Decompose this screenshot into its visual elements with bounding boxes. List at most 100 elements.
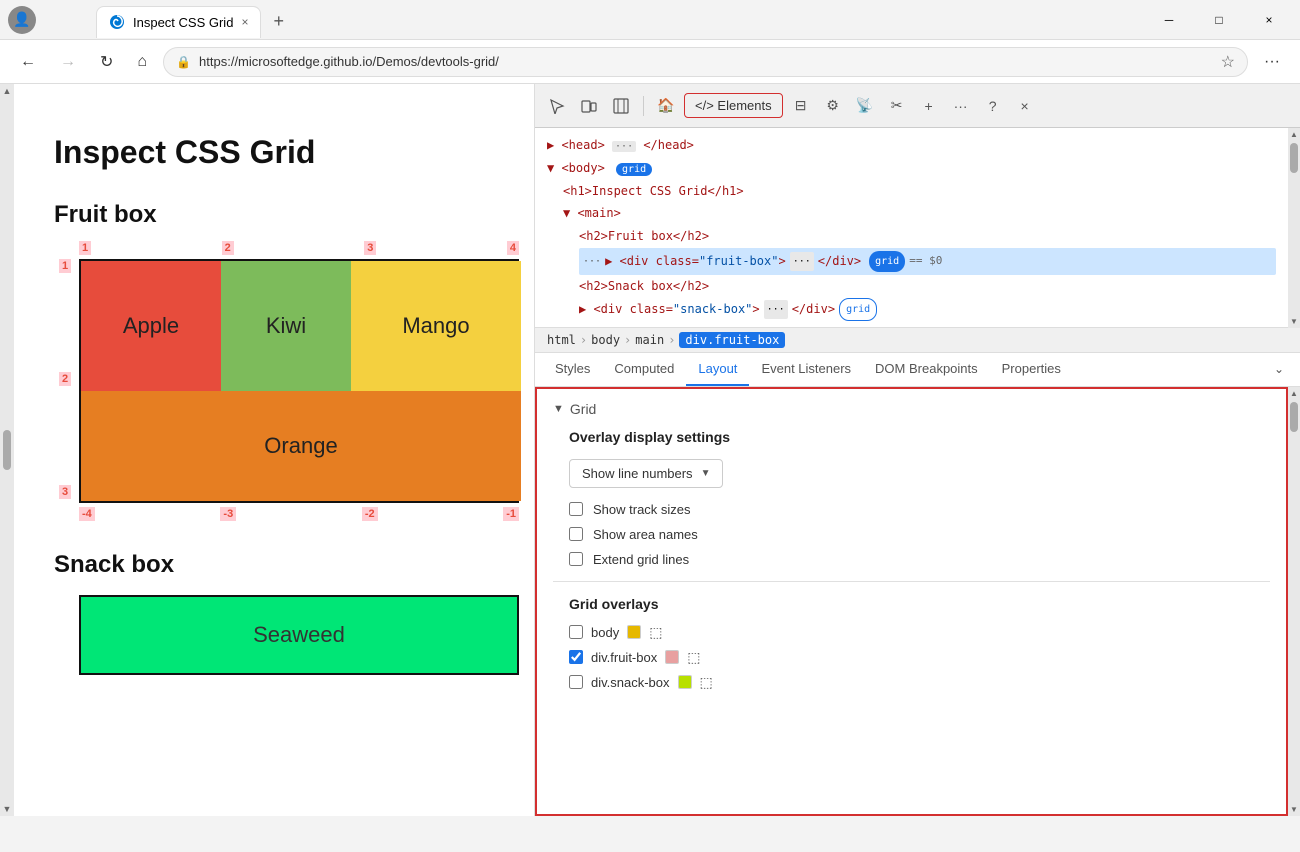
dom-main-open: ▼ <main> bbox=[563, 206, 621, 220]
browser-more-button[interactable]: ··· bbox=[1256, 49, 1288, 75]
tab-properties[interactable]: Properties bbox=[990, 353, 1073, 386]
breadcrumb-active[interactable]: div.fruit-box bbox=[679, 332, 785, 348]
address-bar[interactable]: 🔒 https://microsoftedge.github.io/Demos/… bbox=[163, 47, 1248, 77]
breadcrumb-main[interactable]: main bbox=[635, 333, 664, 347]
devtools-panel: 🏠 </> Elements ⊟ ⚙ 📡 ✂ + ··· ? × ▶ <head… bbox=[534, 84, 1300, 816]
breadcrumb-html[interactable]: html bbox=[547, 333, 576, 347]
layout-scrollbar[interactable]: ▲ ▼ bbox=[1288, 387, 1300, 816]
more-panels-button[interactable]: ··· bbox=[947, 92, 975, 120]
breadcrumb: html › body › main › div.fruit-box bbox=[535, 328, 1300, 353]
sources-button[interactable]: ✂ bbox=[883, 92, 911, 120]
dropdown-arrow-icon: ▼ bbox=[701, 468, 711, 479]
dom-scroll-down[interactable]: ▼ bbox=[1290, 317, 1298, 326]
back-button[interactable]: ← bbox=[12, 49, 44, 75]
snack-box-inspect-icon[interactable]: ⬚ bbox=[700, 674, 713, 691]
layout-scroll-down[interactable]: ▼ bbox=[1290, 805, 1298, 814]
network-button[interactable]: ⚙ bbox=[819, 92, 847, 120]
title-bar-left: 👤 bbox=[8, 6, 36, 34]
dom-fruit-div-close: </div> bbox=[818, 250, 861, 273]
show-area-names-checkbox[interactable] bbox=[569, 527, 583, 541]
grid-expand-icon[interactable]: ▼ bbox=[553, 403, 564, 415]
body-grid-badge[interactable]: grid bbox=[616, 163, 652, 176]
user-avatar[interactable]: 👤 bbox=[8, 6, 36, 34]
grid-top-4: 4 bbox=[507, 241, 519, 255]
forward-button[interactable]: → bbox=[52, 49, 84, 75]
title-bar: 👤 Inspect CSS Grid × + ─ □ × bbox=[0, 0, 1300, 40]
tab-styles[interactable]: Styles bbox=[543, 353, 602, 386]
dropdown-label: Show line numbers bbox=[582, 466, 693, 481]
snack-grid-wrapper: Seaweed bbox=[79, 595, 494, 675]
head-ellipsis[interactable]: ··· bbox=[612, 141, 636, 152]
console-button[interactable]: ⊟ bbox=[787, 92, 815, 120]
fruit-box-inspect-icon[interactable]: ⬚ bbox=[687, 649, 700, 666]
dom-scroll-up[interactable]: ▲ bbox=[1290, 130, 1298, 139]
dom-scrollbar[interactable]: ▲ ▼ bbox=[1288, 128, 1300, 328]
dom-h2-snack-row: <h2>Snack box</h2> bbox=[579, 275, 1276, 298]
show-area-names-row: Show area names bbox=[569, 527, 1270, 542]
body-inspect-icon[interactable]: ⬚ bbox=[649, 624, 662, 641]
lock-icon: 🔒 bbox=[176, 55, 191, 69]
elements-label: </> Elements bbox=[695, 98, 772, 113]
cursor-tool-button[interactable] bbox=[543, 92, 571, 120]
home-panel-button[interactable]: 🏠 bbox=[652, 92, 680, 120]
main-area: ▲ ▼ Inspect CSS Grid Fruit box 1 2 3 4 1… bbox=[0, 84, 1300, 816]
extend-grid-lines-checkbox[interactable] bbox=[569, 552, 583, 566]
dom-head-dots: ··· bbox=[612, 138, 643, 152]
dom-tree: ▶ <head> ··· </head> ▼ <body> grid <h1>I… bbox=[535, 128, 1288, 328]
dom-section: ▶ <head> ··· </head> ▼ <body> grid <h1>I… bbox=[535, 128, 1300, 328]
body-overlay-row: body ⬚ bbox=[569, 624, 1270, 641]
device-icon bbox=[581, 98, 597, 114]
home-button[interactable]: ⌂ bbox=[129, 49, 155, 75]
fruit-grid-badge[interactable]: grid bbox=[869, 251, 905, 272]
snack-box-overlay-checkbox[interactable] bbox=[569, 675, 583, 689]
new-tab-button[interactable]: + bbox=[261, 5, 296, 38]
grid-left-3: 3 bbox=[59, 485, 71, 499]
elements-panel-button[interactable]: </> Elements bbox=[684, 93, 783, 118]
tab-bar: Inspect CSS Grid × + bbox=[36, 2, 296, 38]
tab-event-listeners[interactable]: Event Listeners bbox=[749, 353, 863, 386]
breadcrumb-body[interactable]: body bbox=[591, 333, 620, 347]
add-panel-button[interactable]: + bbox=[915, 92, 943, 120]
grid-title-text: Grid bbox=[570, 401, 596, 417]
fruit-div-dots[interactable]: ··· bbox=[790, 252, 814, 271]
fruit-box-color-swatch[interactable] bbox=[665, 650, 679, 664]
fruit-box-overlay-checkbox[interactable] bbox=[569, 650, 583, 664]
tab-computed[interactable]: Computed bbox=[602, 353, 686, 386]
scroll-down-arrow[interactable]: ▼ bbox=[3, 804, 12, 814]
device-emulation-button[interactable] bbox=[575, 92, 603, 120]
snack-grid-badge[interactable]: grid bbox=[839, 298, 877, 321]
tab-dom-breakpoints[interactable]: DOM Breakpoints bbox=[863, 353, 990, 386]
grid-top-3: 3 bbox=[364, 241, 376, 255]
tab-more-button[interactable]: ⌄ bbox=[1266, 354, 1292, 384]
tab-layout[interactable]: Layout bbox=[686, 353, 749, 386]
snack-div-dots[interactable]: ··· bbox=[764, 300, 788, 319]
nav-bar: ← → ↻ ⌂ 🔒 https://microsoftedge.github.i… bbox=[0, 40, 1300, 84]
dom-head-row: ▶ <head> ··· </head> bbox=[547, 134, 1276, 157]
section-divider bbox=[553, 581, 1270, 582]
line-numbers-dropdown[interactable]: Show line numbers ▼ bbox=[569, 459, 723, 488]
dom-fruit-div-row: ··· ▶ <div class="fruit-box"> ··· </div>… bbox=[579, 248, 1276, 275]
help-button[interactable]: ? bbox=[979, 92, 1007, 120]
inspect-button[interactable] bbox=[607, 92, 635, 120]
scroll-up-arrow[interactable]: ▲ bbox=[3, 86, 12, 96]
dom-h2-fruit: <h2>Fruit box</h2> bbox=[579, 229, 709, 243]
layout-scroll-up[interactable]: ▲ bbox=[1290, 389, 1298, 398]
active-tab[interactable]: Inspect CSS Grid × bbox=[96, 6, 261, 38]
close-button[interactable]: × bbox=[1246, 4, 1292, 36]
favorite-icon[interactable]: ☆ bbox=[1221, 52, 1235, 72]
body-overlay-checkbox[interactable] bbox=[569, 625, 583, 639]
snack-box-color-swatch[interactable] bbox=[678, 675, 692, 689]
fruit-div-expand[interactable]: ··· bbox=[583, 252, 601, 271]
performance-button[interactable]: 📡 bbox=[851, 92, 879, 120]
grid-bottom-neg4: -4 bbox=[79, 507, 95, 521]
refresh-button[interactable]: ↻ bbox=[92, 48, 121, 76]
body-color-swatch[interactable] bbox=[627, 625, 641, 639]
tab-close-button[interactable]: × bbox=[241, 15, 248, 29]
minimize-button[interactable]: ─ bbox=[1146, 4, 1192, 36]
grid-top-1: 1 bbox=[79, 241, 91, 255]
show-track-sizes-checkbox[interactable] bbox=[569, 502, 583, 516]
page-scrollbar[interactable]: ▲ ▼ bbox=[0, 84, 14, 816]
dom-main-row: ▼ <main> bbox=[563, 202, 1276, 225]
maximize-button[interactable]: □ bbox=[1196, 4, 1242, 36]
close-devtools-button[interactable]: × bbox=[1011, 92, 1039, 120]
